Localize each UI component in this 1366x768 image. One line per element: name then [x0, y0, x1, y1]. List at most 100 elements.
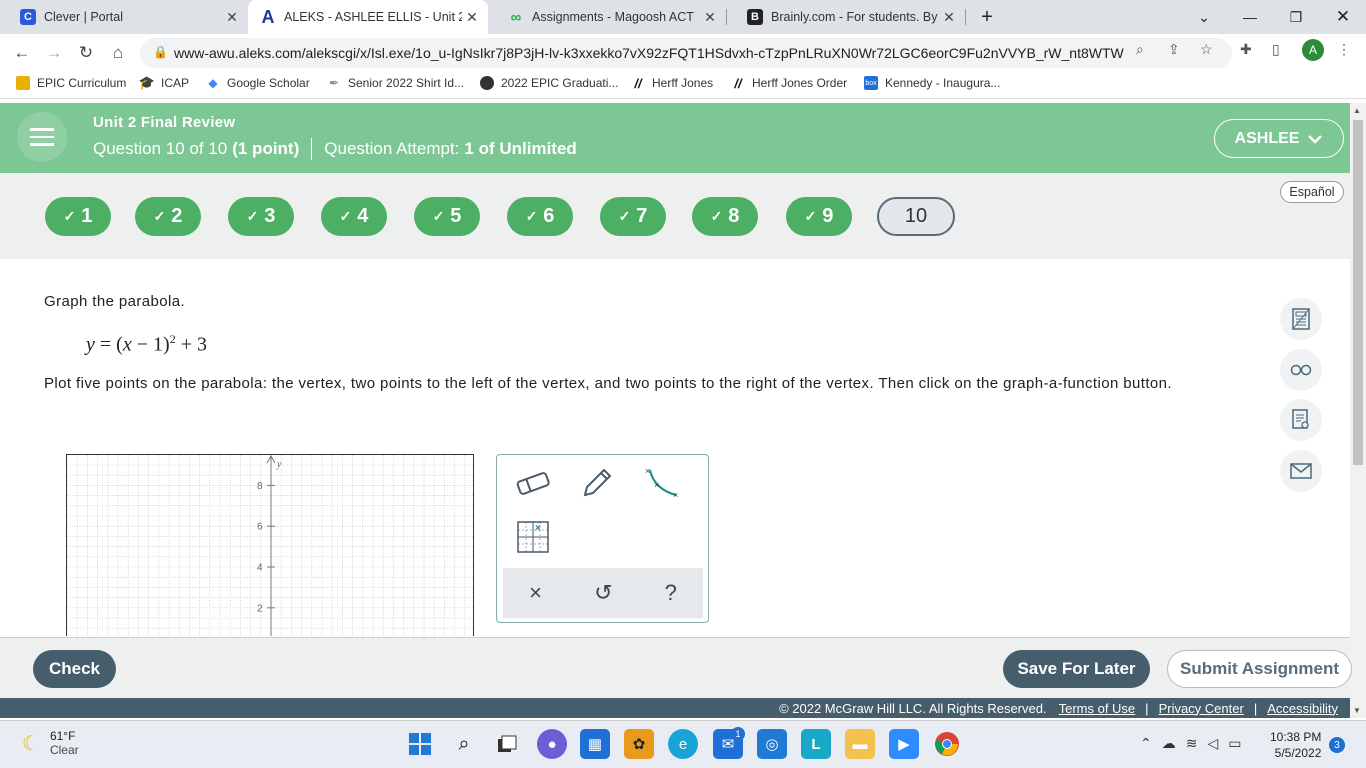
question-nav-8[interactable]: ✓ 8	[692, 197, 758, 236]
zoom-app-icon[interactable]: ▶	[889, 729, 919, 759]
close-icon[interactable]: ✕	[222, 9, 242, 26]
help-button[interactable]: ?	[665, 580, 677, 606]
point-tool[interactable]: ×	[513, 517, 553, 557]
svg-text:×: ×	[535, 523, 541, 534]
question-nav-4[interactable]: ✓ 4	[321, 197, 387, 236]
graduation-cap-icon: 🎓	[138, 75, 156, 90]
divider: |	[1145, 700, 1149, 716]
coordinate-grid[interactable]: 8 6 4 2 y	[67, 455, 474, 636]
edge-icon[interactable]: e	[668, 729, 698, 759]
y-tick-label: 4	[257, 563, 263, 574]
reload-icon[interactable]: ↻	[73, 40, 99, 66]
window-close-icon[interactable]: ✕	[1320, 0, 1366, 34]
share-icon[interactable]: ⇪	[1168, 41, 1180, 58]
bookmark-item[interactable]: 🎓 ICAP	[138, 75, 189, 90]
more-menu-icon[interactable]: ⋮	[1337, 41, 1351, 58]
side-panel-icon[interactable]: ▯	[1272, 41, 1280, 58]
forward-arrow-icon[interactable]: →	[41, 40, 67, 66]
store-icon[interactable]: ▦	[580, 729, 610, 759]
start-button[interactable]	[405, 729, 435, 759]
clear-button[interactable]: ×	[529, 580, 542, 606]
bookmark-item[interactable]: // Herff Jones Order	[731, 75, 847, 91]
question-nav-6[interactable]: ✓ 6	[507, 197, 573, 236]
menu-button[interactable]	[17, 112, 67, 162]
question-nav-1[interactable]: ✓ 1	[45, 197, 111, 236]
question-number: 1	[81, 205, 93, 227]
back-arrow-icon[interactable]: ←	[9, 40, 35, 66]
pencil-tool[interactable]	[577, 463, 617, 503]
extensions-icon[interactable]: ✚	[1240, 41, 1252, 58]
minimize-icon[interactable]: —	[1227, 0, 1273, 34]
task-view-icon[interactable]	[492, 729, 522, 759]
file-explorer-icon[interactable]: ▬	[845, 729, 875, 759]
question-nav-9[interactable]: ✓ 9	[786, 197, 852, 236]
address-bar[interactable]: 🔒 www-awu.aleks.com/alekscgi/x/Isl.exe/1…	[140, 38, 1232, 68]
profile-avatar[interactable]: A	[1302, 39, 1324, 61]
accessibility-link[interactable]: Accessibility	[1267, 701, 1338, 716]
bookmark-item[interactable]: // Herff Jones	[631, 76, 713, 91]
user-menu-button[interactable]: ASHLEE	[1214, 119, 1344, 158]
chevron-up-icon[interactable]: ⌃	[1140, 735, 1152, 752]
terms-link[interactable]: Terms of Use	[1059, 701, 1136, 716]
graph-area[interactable]: 8 6 4 2 y	[66, 454, 474, 636]
close-icon[interactable]: ✕	[462, 9, 482, 26]
tab-aleks[interactable]: A ALEKS - ASHLEE ELLIS - Unit 2 Fir ✕	[248, 0, 488, 34]
battery-icon[interactable]: ▭	[1228, 735, 1241, 752]
question-nav-10[interactable]: 10	[877, 197, 955, 236]
home-icon[interactable]: ⌂	[105, 40, 131, 66]
clock[interactable]: 10:38 PM 5/5/2022	[1270, 729, 1321, 761]
hamburger-icon	[30, 128, 54, 131]
bookmark-item[interactable]: EPIC Curriculum	[16, 76, 126, 90]
submit-assignment-button[interactable]: Submit Assignment	[1167, 650, 1352, 688]
bookmark-item[interactable]: 2022 EPIC Graduati...	[480, 76, 618, 90]
wifi-icon[interactable]: ≋	[1186, 735, 1198, 752]
bookmark-item[interactable]: box Kennedy - Inaugura...	[864, 76, 1000, 90]
star-icon[interactable]: ☆	[1200, 41, 1213, 58]
read-aloud-button[interactable]	[1280, 349, 1322, 391]
y-tick-label: 2	[257, 603, 263, 614]
chrome-icon[interactable]	[932, 729, 962, 759]
bookmark-item[interactable]: ◆ Google Scholar	[206, 76, 309, 90]
question-nav-3[interactable]: ✓ 3	[228, 197, 294, 236]
herff-jones-icon: //	[734, 75, 742, 91]
cloud-icon[interactable]: ☁	[1162, 735, 1176, 752]
bookmark-item[interactable]: ✒ Senior 2022 Shirt Id...	[327, 76, 464, 90]
tab-magoosh[interactable]: ∞ Assignments - Magoosh ACT ✕	[488, 0, 726, 34]
check-button[interactable]: Check	[33, 650, 116, 688]
graph-function-tool[interactable]: × × ×	[642, 463, 682, 503]
check-icon: ✓	[432, 208, 445, 224]
calculator-button[interactable]	[1280, 298, 1322, 340]
scroll-up-icon[interactable]: ▲	[1353, 106, 1361, 115]
question-nav-2[interactable]: ✓ 2	[135, 197, 201, 236]
weather-widget[interactable]: ☾ 61°F Clear	[22, 729, 79, 757]
question-nav-5[interactable]: ✓ 5	[414, 197, 480, 236]
notification-badge[interactable]: 3	[1329, 737, 1345, 753]
restore-icon[interactable]: ❐	[1273, 0, 1319, 34]
language-toggle-button[interactable]: Español	[1280, 181, 1344, 203]
equation: y = (x − 1)2 + 3	[86, 332, 207, 357]
tab-clever[interactable]: C Clever | Portal ✕	[0, 0, 248, 34]
chat-icon[interactable]: ●	[537, 729, 567, 759]
close-icon[interactable]: ✕	[939, 9, 959, 26]
launcher-icon[interactable]: L	[801, 729, 831, 759]
message-button[interactable]	[1280, 450, 1322, 492]
outlook-icon[interactable]: ◎	[757, 729, 787, 759]
privacy-link[interactable]: Privacy Center	[1159, 701, 1244, 716]
app-icon[interactable]: ✿	[624, 729, 654, 759]
zoom-icon[interactable]: ⌕	[1136, 41, 1144, 58]
eraser-tool[interactable]	[513, 463, 553, 503]
textbook-button[interactable]	[1280, 399, 1322, 441]
hamburger-icon	[30, 143, 54, 146]
speaker-icon[interactable]: ◁	[1207, 735, 1218, 752]
tab-brainly[interactable]: B Brainly.com - For students. By stu ✕	[727, 0, 965, 34]
close-icon[interactable]: ✕	[700, 9, 720, 26]
tab-search-chevron-icon[interactable]: ⌄	[1181, 0, 1227, 34]
undo-button[interactable]: ↺	[594, 580, 612, 606]
new-tab-button[interactable]: +	[964, 0, 1010, 34]
search-icon[interactable]: ⌕	[449, 729, 479, 759]
scroll-down-icon[interactable]: ▼	[1353, 706, 1361, 715]
question-nav-7[interactable]: ✓ 7	[600, 197, 666, 236]
save-for-later-button[interactable]: Save For Later	[1003, 650, 1150, 688]
scrollbar-thumb[interactable]	[1353, 120, 1363, 465]
page-scrollbar[interactable]: ▲ ▼	[1350, 103, 1366, 718]
